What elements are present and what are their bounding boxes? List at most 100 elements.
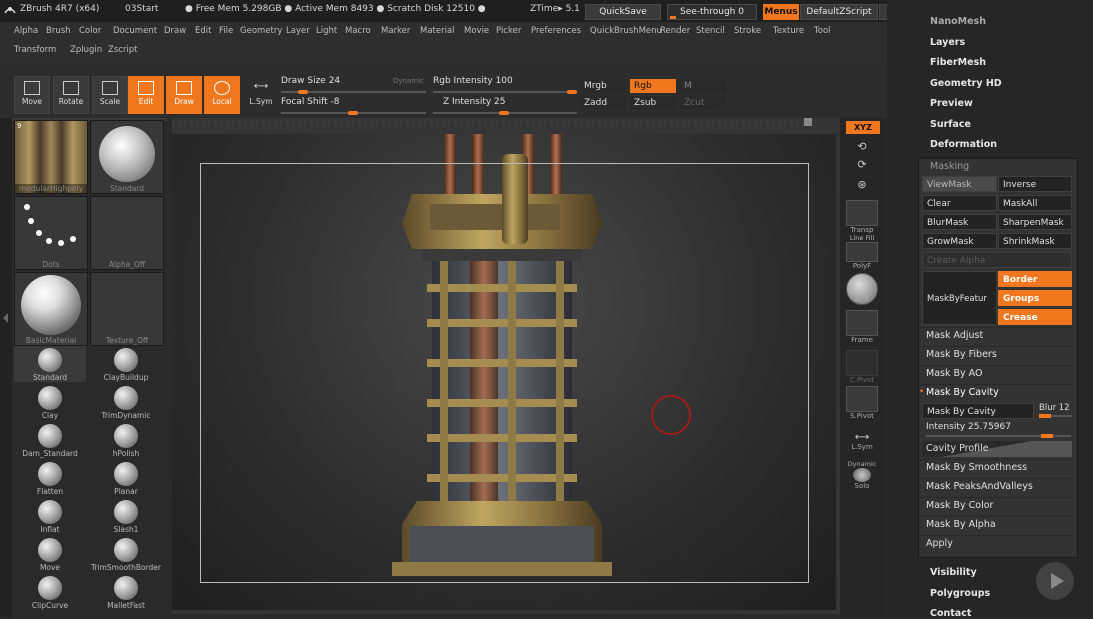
menu-alpha[interactable]: Alpha — [14, 26, 38, 36]
masking-title[interactable]: Masking — [930, 161, 969, 172]
menu-quickbrushmenu[interactable]: QuickBrushMenu — [590, 26, 662, 36]
apply-button[interactable]: Apply — [926, 538, 953, 549]
blurmask-button[interactable]: BlurMask — [922, 214, 997, 230]
mask-by-fibers-row[interactable]: Mask By Fibers — [926, 349, 997, 360]
cpivot-button[interactable]: C.Pivot — [845, 350, 879, 384]
menu-file[interactable]: File — [219, 26, 233, 36]
growmask-button[interactable]: GrowMask — [922, 233, 997, 249]
menu-zscript[interactable]: Zscript — [108, 45, 138, 55]
menu-transform[interactable]: Transform — [14, 45, 56, 55]
edit-button[interactable]: Edit — [128, 76, 164, 114]
maskbyfeature-button[interactable]: MaskByFeatur — [922, 271, 997, 325]
rotate-view-icon[interactable]: ⟲ — [845, 140, 879, 153]
brush-clipcurve[interactable]: ClipCurve — [14, 574, 86, 610]
mask-adjust-row[interactable]: Mask Adjust — [926, 330, 983, 341]
lsym-right-button[interactable]: ⟷ L.Sym — [845, 432, 879, 451]
viewmask-button[interactable]: ViewMask — [922, 176, 997, 192]
menu-brush[interactable]: Brush — [46, 26, 71, 36]
menu-stroke[interactable]: Stroke — [734, 26, 761, 36]
frame-button[interactable]: Frame — [845, 310, 879, 344]
polyf-button[interactable]: Line Fill PolyF — [845, 234, 879, 270]
scale-button[interactable]: Scale — [92, 76, 128, 114]
transp-button[interactable]: Transp — [845, 200, 879, 234]
sharpenmask-button[interactable]: SharpenMask — [998, 214, 1072, 230]
mask-by-cavity-button[interactable]: Mask By Cavity — [922, 403, 1034, 419]
scroll-handle[interactable] — [804, 118, 812, 126]
menu-preview[interactable]: Preview — [930, 98, 973, 109]
menu-visibility[interactable]: Visibility — [930, 567, 977, 578]
canvas-scrollbar[interactable] — [172, 120, 812, 126]
menu-layer[interactable]: Layer — [286, 26, 310, 36]
brush-hpolish[interactable]: hPolish — [90, 422, 162, 458]
menu-contact[interactable]: Contact — [930, 608, 971, 619]
mrgb-button[interactable]: Mrgb — [580, 79, 626, 93]
menu-preferences[interactable]: Preferences — [531, 26, 581, 36]
menu-geometry[interactable]: Geometry — [240, 26, 282, 36]
brush-trimdynamic[interactable]: TrimDynamic — [90, 384, 162, 420]
menu-movie[interactable]: Movie — [464, 26, 489, 36]
zsub-button[interactable]: Zsub — [630, 96, 676, 110]
mask-by-smoothness-row[interactable]: Mask By Smoothness — [926, 462, 1027, 473]
rgb-intensity-slider[interactable] — [433, 91, 577, 93]
mask-by-alpha-row[interactable]: Mask By Alpha — [926, 519, 996, 530]
brush-claybuildup[interactable]: ClayBuildup — [90, 346, 162, 382]
rgb-button[interactable]: Rgb — [630, 79, 676, 93]
menu-geometry-hd[interactable]: Geometry HD — [930, 78, 1002, 89]
rotate-y-icon[interactable]: ⊛ — [845, 178, 879, 191]
menu-texture[interactable]: Texture — [773, 26, 804, 36]
seethrough-slider[interactable]: See-through 0 — [667, 4, 757, 20]
menu-nanomesh[interactable]: NanoMesh — [930, 16, 986, 24]
texture-thumbnail[interactable]: Texture_Off — [90, 272, 164, 346]
zadd-button[interactable]: Zadd — [580, 96, 626, 110]
brush-thumbnail[interactable]: Standard — [90, 120, 164, 194]
crease-toggle[interactable]: Crease — [998, 309, 1072, 325]
menus-toggle[interactable]: Menus — [763, 4, 799, 20]
alpha-thumbnail[interactable]: Alpha_Off — [90, 196, 164, 270]
m-button[interactable]: M — [680, 79, 726, 93]
menu-fibermesh[interactable]: FiberMesh — [930, 57, 986, 68]
shrinkmask-button[interactable]: ShrinkMask — [998, 233, 1072, 249]
xyz-button[interactable]: XYZ — [846, 121, 880, 134]
tool-thumbnail[interactable]: 9 modularHighpoly — [14, 120, 88, 194]
menu-polygroups[interactable]: Polygroups — [930, 588, 990, 599]
lsym-button[interactable]: ⟷ L.Sym — [243, 76, 279, 114]
menu-tool[interactable]: Tool — [814, 26, 831, 36]
solo-button[interactable]: Dynamic Solo — [845, 460, 879, 490]
quicksave-button[interactable]: QuickSave — [585, 4, 661, 20]
local-button[interactable]: Local — [204, 76, 240, 114]
menu-document[interactable]: Document — [113, 26, 157, 36]
menu-render[interactable]: Render — [660, 26, 690, 36]
brush-inflat[interactable]: Inflat — [14, 498, 86, 534]
menu-layers[interactable]: Layers — [930, 37, 965, 48]
menu-light[interactable]: Light — [316, 26, 337, 36]
menu-color[interactable]: Color — [79, 26, 101, 36]
spivot-button[interactable]: S.Pivot — [845, 386, 879, 420]
blur-label[interactable]: Blur 12 — [1039, 403, 1070, 413]
mask-by-cavity-row[interactable]: Mask By Cavity — [926, 387, 999, 398]
groups-toggle[interactable]: Groups — [998, 290, 1072, 306]
menu-material[interactable]: Material — [420, 26, 455, 36]
brush-standard[interactable]: Standard — [14, 346, 86, 382]
zcut-button[interactable]: Zcut — [680, 96, 726, 110]
intensity-label[interactable]: Intensity 25.75967 — [926, 422, 1011, 432]
left-tray[interactable] — [0, 118, 12, 617]
brush-clay[interactable]: Clay — [14, 384, 86, 420]
menu-edit[interactable]: Edit — [195, 26, 211, 36]
mask-by-color-row[interactable]: Mask By Color — [926, 500, 993, 511]
menu-draw[interactable]: Draw — [164, 26, 186, 36]
brush-malletfast[interactable]: MalletFast — [90, 574, 162, 610]
brush-slash1[interactable]: Slash1 — [90, 498, 162, 534]
brush-planar[interactable]: Planar — [90, 460, 162, 496]
menu-picker[interactable]: Picker — [496, 26, 521, 36]
material-thumbnail[interactable]: BasicMaterial — [14, 272, 88, 346]
mask-peaks-valleys-row[interactable]: Mask PeaksAndValleys — [926, 481, 1033, 492]
border-toggle[interactable]: Border — [998, 271, 1072, 287]
brush-move[interactable]: Move — [14, 536, 86, 572]
draw-button[interactable]: Draw — [166, 76, 202, 114]
menu-macro[interactable]: Macro — [345, 26, 371, 36]
menu-surface[interactable]: Surface — [930, 119, 971, 130]
clear-mask-button[interactable]: Clear — [922, 195, 997, 211]
menu-marker[interactable]: Marker — [381, 26, 410, 36]
maskall-button[interactable]: MaskAll — [998, 195, 1072, 211]
rotate-button[interactable]: Rotate — [53, 76, 89, 114]
